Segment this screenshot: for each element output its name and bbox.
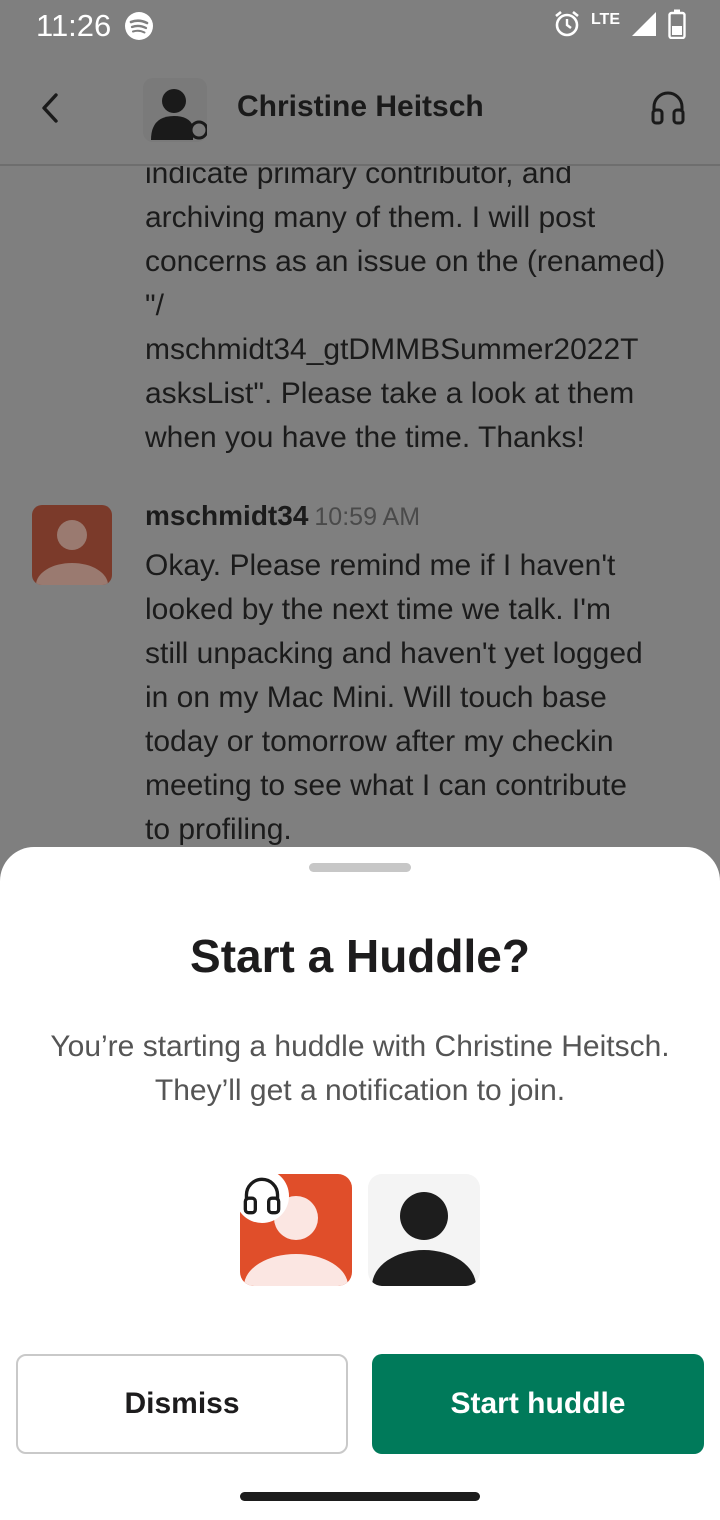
message-list[interactable]: indicate primary contributor, and archiv…	[0, 166, 720, 848]
recipient-avatar	[368, 1174, 480, 1286]
user-avatar[interactable]	[32, 505, 112, 585]
headphones-icon[interactable]	[650, 90, 686, 131]
sheet-description-line: You’re starting a huddle with Christine …	[50, 1030, 670, 1063]
headphones-icon	[235, 1169, 289, 1223]
message-author[interactable]: mschmidt34	[145, 500, 308, 531]
sheet-description-line: They’ll get a notification to join.	[154, 1074, 566, 1107]
message-text: Okay. Please remind me if I haven't look…	[145, 549, 643, 846]
conversation-header: Christine Heitsch	[0, 56, 720, 166]
back-arrow-icon[interactable]	[36, 90, 66, 131]
status-time: 11:26	[36, 8, 112, 43]
drag-handle[interactable]	[309, 863, 411, 872]
alarm-icon	[553, 10, 581, 46]
message-header: mschmidt34 10:59 AM	[145, 500, 420, 532]
message-timestamp: 10:59 AM	[314, 503, 421, 531]
gesture-nav-bar[interactable]	[240, 1492, 480, 1501]
message-text: indicate primary contributor, and archiv…	[145, 166, 666, 454]
huddle-bottom-sheet: Start a Huddle? You’re starting a huddle…	[0, 847, 720, 1520]
signal-icon	[630, 10, 658, 46]
status-bar: 11:26 LTE	[0, 0, 720, 56]
avatar-icon[interactable]	[143, 78, 209, 142]
battery-icon	[668, 9, 686, 47]
dismiss-button[interactable]: Dismiss	[16, 1354, 348, 1454]
network-type: LTE	[590, 11, 620, 28]
start-huddle-button[interactable]: Start huddle	[372, 1354, 704, 1454]
spotify-icon	[124, 11, 154, 49]
conversation-title[interactable]: Christine Heitsch	[237, 90, 484, 124]
sheet-description: You’re starting a huddle with Christine …	[20, 1025, 700, 1113]
sheet-title: Start a Huddle?	[190, 930, 530, 982]
